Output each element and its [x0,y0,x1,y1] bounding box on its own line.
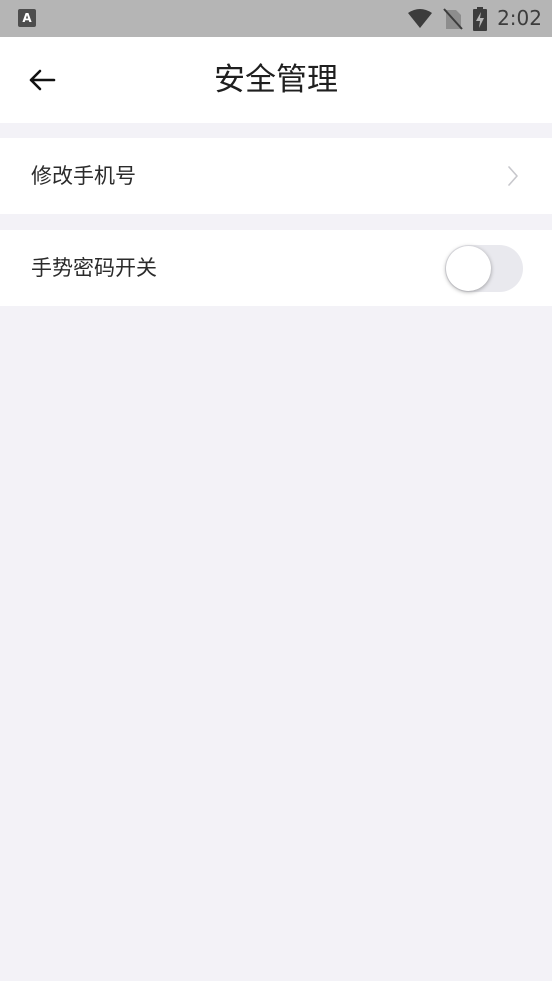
wifi-icon [407,8,433,29]
status-time: 2:02 [497,6,542,30]
change-phone-row[interactable]: 修改手机号 [0,138,552,214]
gesture-password-label: 手势密码开关 [31,256,157,280]
no-signal-icon [443,7,463,30]
app-header: 安全管理 [0,37,552,123]
back-button[interactable] [26,64,58,96]
page-title: 安全管理 [214,62,338,98]
status-bar: A 2:02 [0,0,552,37]
app-notification-icon: A [18,9,36,27]
arrow-left-icon [28,68,56,92]
status-icons: 2:02 [407,0,542,37]
toggle-knob [446,246,491,291]
gesture-password-toggle[interactable] [445,245,523,292]
chevron-right-icon [508,166,518,186]
battery-charging-icon [473,6,488,31]
change-phone-label: 修改手机号 [31,164,136,188]
gesture-password-row: 手势密码开关 [0,230,552,306]
